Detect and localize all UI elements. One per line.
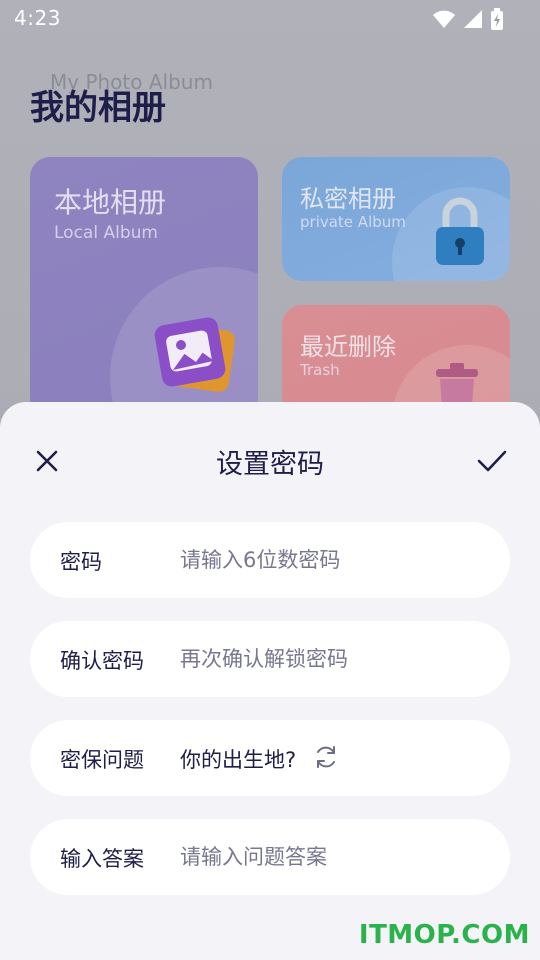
answer-field[interactable]: 输入答案 (30, 819, 510, 895)
check-icon (477, 450, 507, 472)
confirm-password-field[interactable]: 确认密码 (30, 621, 510, 697)
confirm-password-label: 确认密码 (60, 649, 144, 673)
confirm-button[interactable] (474, 444, 510, 478)
status-bar: 4:23 (0, 0, 540, 40)
trash-title: 最近删除 (300, 333, 396, 361)
status-icons (432, 8, 504, 30)
private-album-card[interactable]: 私密相册 private Album (282, 157, 510, 281)
security-question-value: 你的出生地? (180, 748, 297, 772)
local-album-subtitle: Local Album (54, 223, 158, 243)
confirm-password-input[interactable] (180, 635, 480, 683)
refresh-icon[interactable] (313, 744, 339, 770)
watermark: ITMOP.COM (358, 920, 530, 950)
private-album-subtitle: private Album (300, 213, 406, 231)
answer-label: 输入答案 (60, 847, 144, 871)
password-input[interactable] (180, 536, 480, 584)
set-password-sheet: 设置密码 密码 确认密码 密保问题 你的出生地? 输入答案 (0, 402, 540, 960)
password-field[interactable]: 密码 (30, 522, 510, 598)
sheet-title: 设置密码 (216, 449, 324, 480)
battery-icon (491, 8, 503, 30)
answer-input[interactable] (180, 833, 480, 881)
trash-subtitle: Trash (300, 361, 340, 379)
security-question-label: 密保问题 (60, 748, 144, 772)
signal-icon (464, 10, 482, 28)
wifi-icon (433, 10, 455, 28)
sheet-header: 设置密码 (0, 402, 540, 518)
security-question-field[interactable]: 密保问题 你的出生地? (30, 720, 510, 796)
password-label: 密码 (60, 550, 102, 574)
photos-icon (154, 317, 235, 392)
status-time: 4:23 (14, 6, 61, 30)
local-album-title: 本地相册 (54, 186, 167, 219)
private-album-title: 私密相册 (300, 185, 396, 213)
page-title: 我的相册 (30, 88, 166, 128)
lock-icon (436, 197, 484, 265)
